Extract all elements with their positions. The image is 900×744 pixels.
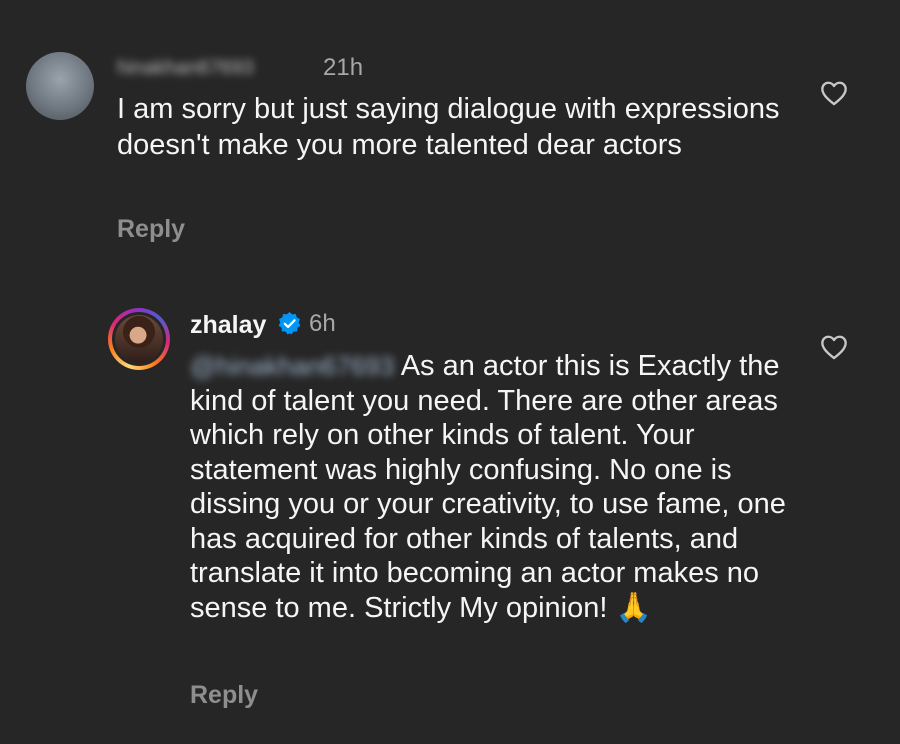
heart-outline-icon[interactable]: [820, 80, 848, 106]
reply-button[interactable]: Reply: [190, 680, 258, 710]
heart-outline-icon[interactable]: [820, 334, 848, 360]
avatar-image: [115, 315, 163, 363]
comment-text: As an actor this is Exactly the kind of …: [190, 350, 786, 624]
comment-text: I am sorry but just saying dialogue with…: [117, 93, 780, 161]
reply-button[interactable]: Reply: [117, 214, 185, 244]
avatar[interactable]: [26, 52, 94, 120]
mention-link[interactable]: @hinakhan67693: [190, 351, 394, 381]
avatar-with-story-ring[interactable]: [108, 308, 170, 370]
verified-badge-icon: [278, 312, 301, 335]
comment-timestamp: 6h: [309, 310, 336, 337]
comment-username[interactable]: zhalay: [190, 311, 266, 339]
comment-timestamp: 21h: [323, 54, 364, 81]
avatar: [112, 312, 166, 366]
comment-text-block: @hinakhan67693 As an actor this is Exact…: [190, 349, 810, 625]
comment-username[interactable]: hinakhan67693: [117, 57, 317, 79]
folded-hands-emoji: 🙏: [615, 591, 652, 624]
